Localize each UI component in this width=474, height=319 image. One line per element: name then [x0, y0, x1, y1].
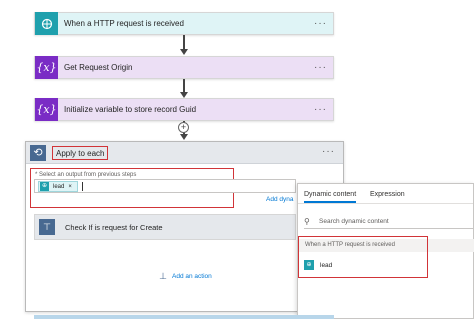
dynamic-content-search[interactable]: ⚲ Search dynamic content: [304, 215, 474, 229]
panel-tabs: Dynamic content Expression: [298, 184, 473, 204]
insert-step-button[interactable]: +: [178, 122, 189, 133]
add-action-icon: ⊥: [159, 271, 167, 281]
connector-arrow: [180, 79, 188, 99]
lead-token[interactable]: ⊕ lead ×: [38, 181, 78, 192]
trigger-more-button[interactable]: ···: [314, 18, 327, 29]
select-output-input[interactable]: ⊕ lead ×: [34, 179, 296, 193]
variable-icon: {x}: [35, 56, 58, 79]
http-request-icon: ⊕: [304, 260, 314, 270]
loop-icon: ⟲: [30, 145, 46, 161]
token-label: lead: [53, 183, 65, 190]
next-step-edge: [34, 315, 334, 319]
dynamic-item-lead[interactable]: ⊕ lead: [304, 260, 332, 270]
dynamic-section-highlight: [298, 236, 428, 278]
get-request-origin-title: Get Request Origin: [64, 63, 133, 72]
trigger-step-title: When a HTTP request is received: [64, 19, 184, 28]
select-output-label: * Select an output from previous steps: [35, 172, 137, 178]
trigger-step[interactable]: When a HTTP request is received ···: [34, 12, 334, 35]
initialize-variable-title: Initialize variable to store record Guid: [64, 105, 197, 114]
search-icon: ⚲: [304, 217, 310, 226]
initialize-variable-step[interactable]: {x} Initialize variable to store record …: [34, 98, 334, 121]
text-caret: [82, 182, 83, 191]
apply-to-each-more-button[interactable]: ···: [322, 146, 335, 157]
initialize-variable-more-button[interactable]: ···: [314, 104, 327, 115]
variable-icon: {x}: [35, 98, 58, 121]
condition-step[interactable]: ⊤ Check If is request for Create: [34, 214, 296, 240]
connector-arrow: [180, 35, 188, 56]
http-request-icon: ⊕: [40, 182, 49, 191]
apply-to-each-title[interactable]: Apply to each: [52, 146, 109, 160]
dynamic-item-label: lead: [320, 261, 333, 269]
http-request-icon: [35, 12, 58, 35]
add-action-label: Add an action: [172, 272, 212, 280]
remove-token-icon[interactable]: ×: [68, 184, 72, 190]
add-action-button[interactable]: ⊥ Add an action: [158, 271, 212, 281]
condition-step-title: Check If is request for Create: [65, 222, 163, 232]
tab-dynamic-content[interactable]: Dynamic content: [304, 191, 357, 203]
tab-expression[interactable]: Expression: [370, 191, 405, 198]
apply-to-each-header[interactable]: ⟲ Apply to each ···: [26, 142, 343, 164]
add-dynamic-content-link[interactable]: Add dyna: [266, 196, 293, 203]
get-request-origin-more-button[interactable]: ···: [314, 62, 327, 73]
search-placeholder: Search dynamic content: [319, 218, 389, 225]
get-request-origin-step[interactable]: {x} Get Request Origin ···: [34, 56, 334, 79]
condition-icon: ⊤: [39, 219, 55, 235]
